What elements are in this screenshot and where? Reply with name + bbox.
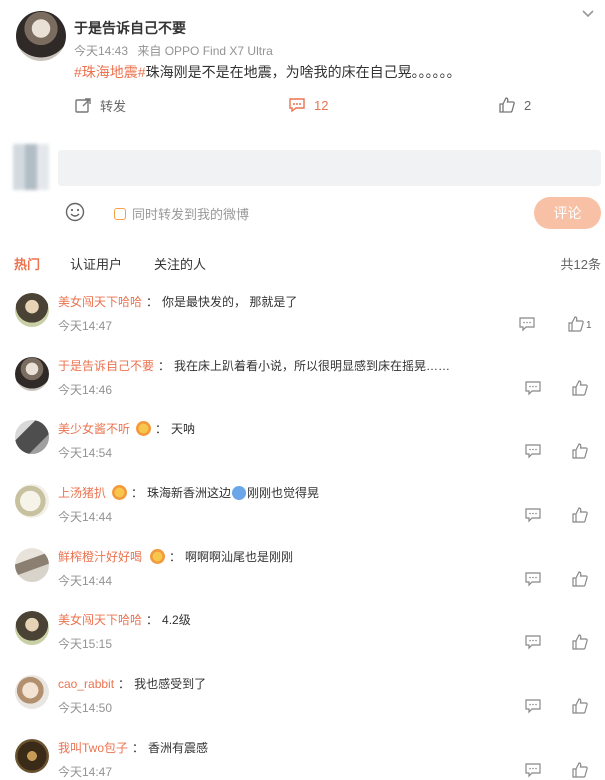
- share-label: 同时转发到我的微博: [132, 207, 250, 222]
- my-avatar: [13, 144, 49, 190]
- member-badge-icon: [150, 548, 166, 564]
- emoji-sticker-icon: [232, 485, 247, 500]
- commenter-name[interactable]: 鲜榨橙汁好好喝: [58, 548, 142, 565]
- commenter-avatar[interactable]: [15, 738, 49, 773]
- thumbs-up-icon: [499, 97, 515, 113]
- tab-verified[interactable]: 认证用户: [70, 254, 122, 273]
- thumbs-up-icon[interactable]: [572, 380, 588, 396]
- comment-text: 我在床上趴着看小说，所以很明显感到床在摇晃……: [174, 358, 451, 373]
- submit-comment-button[interactable]: 评论: [534, 197, 601, 229]
- share-option[interactable]: 同时转发到我的微博: [114, 204, 249, 223]
- thumbs-up-icon[interactable]: [568, 316, 584, 332]
- like-button[interactable]: 2: [498, 96, 531, 114]
- tab-following[interactable]: 关注的人: [154, 254, 206, 273]
- comment-count: 12: [314, 97, 329, 113]
- commenter-avatar[interactable]: [15, 356, 49, 391]
- comment-composer: 同时转发到我的微博 评论: [0, 140, 605, 240]
- comment-item: 美女闯天下哈哈：你是最快发的， 那就是了 今天14:47 1: [0, 283, 605, 347]
- comment-time: 今天14:50: [58, 701, 113, 716]
- commenter-name[interactable]: 美少女酱不听: [58, 420, 130, 437]
- reply-icon[interactable]: [525, 571, 541, 587]
- thumbs-up-icon[interactable]: [572, 698, 588, 714]
- comment-item: cao_rabbit：我也感受到了 今天14:50: [0, 665, 605, 729]
- post-time[interactable]: 今天14:43: [74, 44, 128, 58]
- comment-time: 今天14:44: [58, 510, 113, 525]
- post-text: 珠海刚是不是在地震，为啥我的床在自己晃。。。。。。: [145, 64, 461, 80]
- comment-text: 珠海新香洲这边: [147, 486, 232, 501]
- like-count: 2: [524, 97, 532, 113]
- comment-time: 今天14:54: [58, 446, 113, 461]
- commenter-name[interactable]: cao_rabbit: [58, 677, 114, 691]
- comment-text: 天呐: [171, 422, 196, 437]
- commenter-name[interactable]: 美女闯天下哈哈: [58, 611, 142, 628]
- comment-item: 我叫Two包子：香洲有震感 今天14:47: [0, 729, 605, 780]
- comment-time: 今天14:44: [58, 573, 113, 588]
- comment-text: 啊啊啊汕尾也是刚刚: [185, 549, 294, 564]
- post-content: #珠海地震#珠海刚是不是在地震，为啥我的床在自己晃。。。。。。: [74, 62, 461, 82]
- commenter-avatar[interactable]: [15, 420, 49, 455]
- commenter-name[interactable]: 我叫Two包子: [58, 739, 128, 756]
- comment-tabs: 热门 认证用户 关注的人 共12条: [0, 246, 605, 276]
- comment-total: 共12条: [560, 257, 601, 272]
- post-actions: 转发 12 2: [74, 96, 554, 118]
- commenter-avatar[interactable]: [15, 547, 49, 582]
- commenter-name[interactable]: 于是告诉自己不要: [58, 357, 154, 374]
- thumbs-up-icon[interactable]: [572, 507, 588, 523]
- comment-text: 4.2级: [162, 613, 191, 628]
- reply-icon[interactable]: [525, 443, 541, 459]
- comment-time: 今天15:15: [58, 637, 113, 652]
- comment-item: 美少女酱不听：天呐 今天14:54: [0, 410, 605, 474]
- comment-item: 美女闯天下哈哈： 4.2级 今天15:15: [0, 601, 605, 665]
- post-meta: 今天14:43 来自 OPPO Find X7 Ultra: [74, 42, 279, 59]
- thumbs-up-icon[interactable]: [572, 443, 588, 459]
- commenter-name[interactable]: 美女闯天下哈哈: [58, 293, 142, 310]
- reply-icon[interactable]: [525, 762, 541, 778]
- post-author[interactable]: 于是告诉自己不要: [74, 18, 186, 38]
- comment-button[interactable]: 12: [288, 96, 328, 114]
- repost-label: 转发: [100, 99, 127, 114]
- comment-text: 我也感受到了: [134, 677, 207, 692]
- comment-text: 你是最快发的， 那就是了: [162, 295, 298, 309]
- comment-list: 美女闯天下哈哈：你是最快发的， 那就是了 今天14:47 1 于是告诉自己不要：…: [0, 283, 605, 780]
- thumbs-up-icon[interactable]: [572, 762, 588, 778]
- comment-item: 鲜榨橙汁好好喝：啊啊啊汕尾也是刚刚 今天14:44: [0, 538, 605, 602]
- comment-text: 香洲有震感: [148, 740, 209, 755]
- member-badge-icon: [112, 485, 128, 501]
- chevron-down-icon[interactable]: [581, 6, 595, 20]
- comment-item: 于是告诉自己不要：我在床上趴着看小说，所以很明显感到床在摇晃…… 今天14:46: [0, 347, 605, 411]
- comment-time: 今天14:47: [58, 764, 113, 779]
- commenter-avatar[interactable]: [15, 293, 49, 327]
- thumbs-up-icon[interactable]: [572, 571, 588, 587]
- commenter-name[interactable]: 上汤猪扒: [58, 484, 106, 501]
- repost-icon: [75, 97, 91, 113]
- repost-button[interactable]: 转发: [74, 96, 126, 115]
- comment-like-count: 1: [586, 320, 592, 331]
- post-source: 来自 OPPO Find X7 Ultra: [137, 44, 273, 58]
- reply-icon[interactable]: [519, 316, 535, 332]
- reply-icon[interactable]: [525, 698, 541, 714]
- comment-time: 今天14:47: [58, 319, 113, 333]
- thumbs-up-icon[interactable]: [572, 634, 588, 651]
- share-checkbox[interactable]: [114, 207, 126, 220]
- comment-icon: [289, 98, 305, 113]
- reply-icon[interactable]: [525, 507, 541, 523]
- reply-icon[interactable]: [525, 634, 541, 650]
- comment-text-continued: 刚刚也觉得晃: [247, 486, 320, 501]
- commenter-avatar[interactable]: [15, 484, 49, 519]
- emoji-icon[interactable]: [65, 202, 85, 222]
- weibo-post: 于是告诉自己不要 今天14:43 来自 OPPO Find X7 Ultra #…: [0, 0, 605, 130]
- comment-time: 今天14:46: [58, 382, 113, 397]
- comment-item: 上汤猪扒：珠海新香洲这边 刚刚也觉得晃 今天14:44: [0, 474, 605, 538]
- member-badge-icon: [136, 421, 152, 437]
- reply-icon[interactable]: [525, 380, 541, 396]
- tab-hot[interactable]: 热门: [14, 254, 40, 273]
- topic-link[interactable]: #珠海地震#: [74, 64, 146, 80]
- author-avatar[interactable]: [16, 11, 66, 61]
- commenter-avatar[interactable]: [15, 611, 49, 646]
- comment-input[interactable]: [58, 150, 601, 186]
- commenter-avatar[interactable]: [15, 675, 49, 710]
